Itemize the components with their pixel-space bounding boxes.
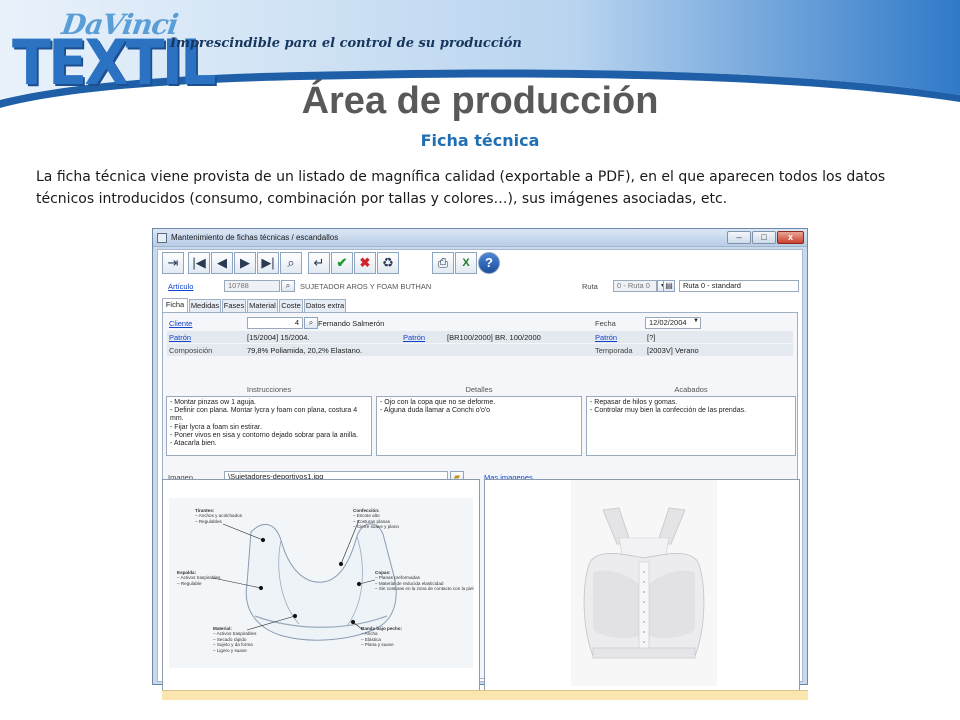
delete-icon[interactable]: ♻ [377,252,399,274]
close-button[interactable]: x [777,231,804,244]
product-photo-pane [484,479,800,691]
articulo-search-icon[interactable]: ⌕ [281,280,295,292]
detalles-line: - Ojo con la copa que no se deforme. [380,399,496,406]
acabados-textarea[interactable]: - Repasar de hilos y gomas. - Controlar … [586,396,796,456]
tab-datos-extra[interactable]: Datos extra [304,299,346,312]
instrucciones-line: - Montar pinzas ow 1 aguja. [170,399,256,406]
exit-icon[interactable]: ⇥ [162,252,184,274]
acabados-title: Acabados [674,385,708,394]
composicion-value: 79,8% Poliamida, 20,2% Elastano. [247,346,363,355]
callout-confeccion: Confección: – Escote alto – Costuras pla… [353,508,399,530]
instrucciones-line: - Fijar lycra a foam sin estirar. [170,423,262,431]
ruta-name-field[interactable]: Ruta 0 - standard [679,280,799,292]
callout-banda: Banda bajo pecho: – Ancha – Elástica – P… [361,626,403,648]
technical-diagram-pane: Tirantes: – Anchos y acolchados – Regula… [162,479,480,691]
help-icon[interactable]: ? [478,252,500,274]
callout-tirantes: Tirantes: – Anchos y acolchados – Regula… [195,508,242,524]
slide-title: Área de producción [301,80,659,122]
acabados-line: - Controlar muy bien la confección de la… [590,407,747,415]
excel-icon[interactable]: X [455,252,477,274]
patron3-value: [?] [647,333,656,342]
print-icon[interactable]: ⎙ [432,252,454,274]
cliente-link[interactable]: Cliente [169,319,192,328]
fecha-label: Fecha [595,319,616,328]
cliente-search-icon[interactable]: ⌕ [304,317,318,329]
tab-medidas[interactable]: Medidas [189,299,221,312]
callout-material: Material: – Activos traspirables – Secad… [213,626,257,653]
maximize-button[interactable]: □ [752,231,776,244]
accept-icon[interactable]: ✔ [331,252,353,274]
minimize-button[interactable]: – [727,231,751,244]
search-icon[interactable]: ⌕ [280,252,302,274]
cancel-icon[interactable]: ✖ [354,252,376,274]
previous-record-icon[interactable]: ◀ [211,252,233,274]
cliente-name: Fernando Salmerón [318,319,385,328]
ruta-select[interactable]: 0 - Ruta 0 [613,280,657,292]
detalles-title: Detalles [465,385,493,394]
next-record-icon[interactable]: ▶ [234,252,256,274]
tab-fases[interactable]: Fases [222,299,246,312]
tagline: Imprescindible para el control de su pro… [170,36,522,51]
temporada-value: [2003V] Verano [647,346,699,355]
ruta-document-icon[interactable]: ▤ [663,280,675,292]
tab-ficha[interactable]: Ficha [162,298,188,312]
first-record-icon[interactable]: |◀ [188,252,210,274]
instrucciones-line: - Atacarla bien. [170,440,217,448]
app-window: Mantenimiento de fichas técnicas / escan… [152,228,808,700]
callout-espalda: Espalda: – Activos traspirables – Regula… [177,570,221,586]
patron2-value: [BR100/2000] BR. 100/2000 [447,333,541,342]
status-bar [162,690,808,700]
window-content: ⇥ |◀ ◀ ▶ ▶| ⌕ ↵ ✔ ✖ ♻ ⎙ X ? Artículo 107… [157,249,808,700]
instrucciones-line: - Definir con plana. Montar lycra y foam… [170,407,358,423]
fecha-dropdown-icon[interactable]: ▼ [693,318,699,324]
window-titlebar[interactable]: Mantenimiento de fichas técnicas / escan… [153,229,807,247]
app-icon [157,233,167,243]
patron-link[interactable]: Patrón [169,333,191,342]
articulo-code-field[interactable]: 10788 [224,280,280,292]
cliente-code-field[interactable]: 4 [247,317,303,329]
temporada-label: Temporada [595,346,633,355]
slide-subtitle: Ficha técnica [420,131,540,150]
tab-material[interactable]: Material [247,299,278,312]
patron2-link[interactable]: Patrón [403,333,425,342]
callout-copas: Copas: – Planas preformadas – Material d… [375,570,474,592]
detalles-line: - Alguna duda llamar a Conchi o'o'o [380,407,491,415]
window-title: Mantenimiento de fichas técnicas / escan… [171,233,339,242]
product-photo [485,480,799,690]
ruta-label: Ruta [582,282,598,291]
composicion-label: Composición [169,346,213,355]
return-icon[interactable]: ↵ [308,252,330,274]
last-record-icon[interactable]: ▶| [257,252,279,274]
patron-value: [15/2004] 15/2004. [247,333,310,342]
articulo-description: SUJETADOR AROS Y FOAM BUTHAN [300,282,432,291]
instrucciones-line: - Poner vivos en sisa y contorno dejado … [170,431,358,439]
instrucciones-title: Instrucciones [246,385,292,394]
instrucciones-textarea[interactable]: - Montar pinzas ow 1 aguja. - Definir co… [166,396,372,456]
patron3-link[interactable]: Patrón [595,333,617,342]
slide-description: La ficha técnica viene provista de un li… [36,169,886,207]
articulo-link[interactable]: Artículo [168,282,193,291]
detalles-textarea[interactable]: - Ojo con la copa que no se deforme. - A… [376,396,582,456]
acabados-line: - Repasar de hilos y gomas. [590,399,678,406]
tab-coste[interactable]: Coste [279,299,303,312]
